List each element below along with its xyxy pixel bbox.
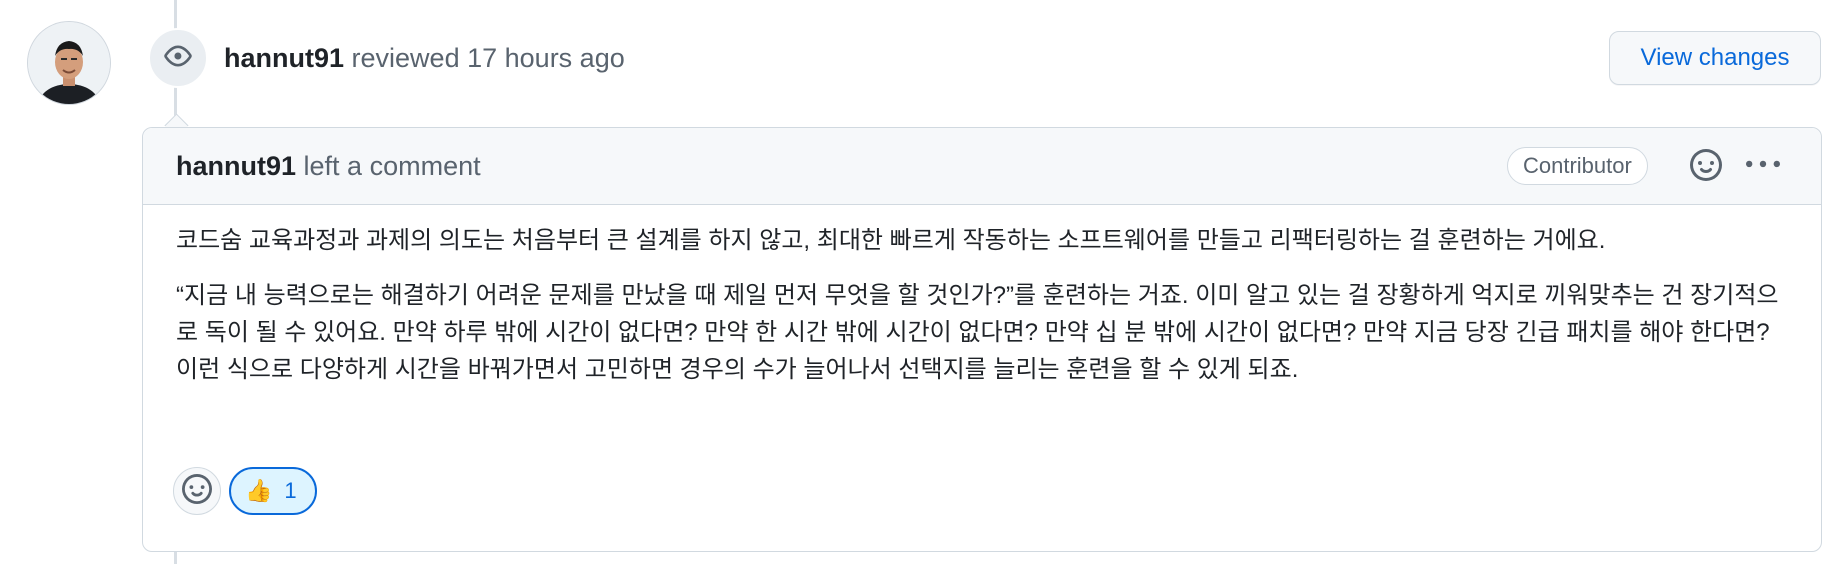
view-changes-button[interactable]: View changes (1609, 31, 1821, 85)
comment-header-text: hannut91 left a comment (176, 148, 481, 184)
contributor-badge: Contributor (1507, 147, 1648, 185)
add-reaction-header-button[interactable] (1689, 148, 1723, 186)
review-event-badge (148, 28, 208, 88)
reaction-count: 1 (284, 478, 297, 503)
smiley-icon (182, 473, 212, 509)
comment-paragraph: 코드숨 교육과정과 과제의 의도는 처음부터 큰 설계를 하지 않고, 최대한 … (176, 227, 1606, 254)
avatar-image (28, 22, 110, 104)
reactions-bar: 👍 1 (173, 467, 317, 515)
review-author-link[interactable]: hannut91 (224, 43, 344, 73)
comment-body: 코드숨 교육과정과 과제의 의도는 처음부터 큰 설계를 하지 않고, 최대한 … (176, 222, 1786, 406)
avatar[interactable] (28, 22, 110, 104)
comment-options-button[interactable] (1743, 150, 1783, 184)
comment-box: hannut91 left a comment Contributor 코드숨 … (142, 127, 1822, 552)
kebab-horizontal-icon (1746, 148, 1780, 187)
comment-header: hannut91 left a comment Contributor (143, 128, 1821, 205)
comment-author-link[interactable]: hannut91 (176, 151, 296, 181)
comment-paragraph: “지금 내 능력으로는 해결하기 어려운 문제를 만났을 때 제일 먼저 무엇을… (176, 282, 1779, 383)
smiley-icon (1690, 148, 1722, 186)
thumbs-up-reaction-button[interactable]: 👍 1 (229, 467, 317, 515)
review-action: reviewed (351, 43, 460, 73)
eye-icon (164, 42, 192, 75)
comment-action: left a comment (303, 151, 481, 181)
review-timestamp[interactable]: 17 hours ago (467, 43, 625, 73)
add-reaction-button[interactable] (173, 467, 221, 515)
thumbs-up-icon: 👍 (245, 478, 273, 503)
review-event-header: hannut91 reviewed 17 hours ago (224, 40, 625, 76)
